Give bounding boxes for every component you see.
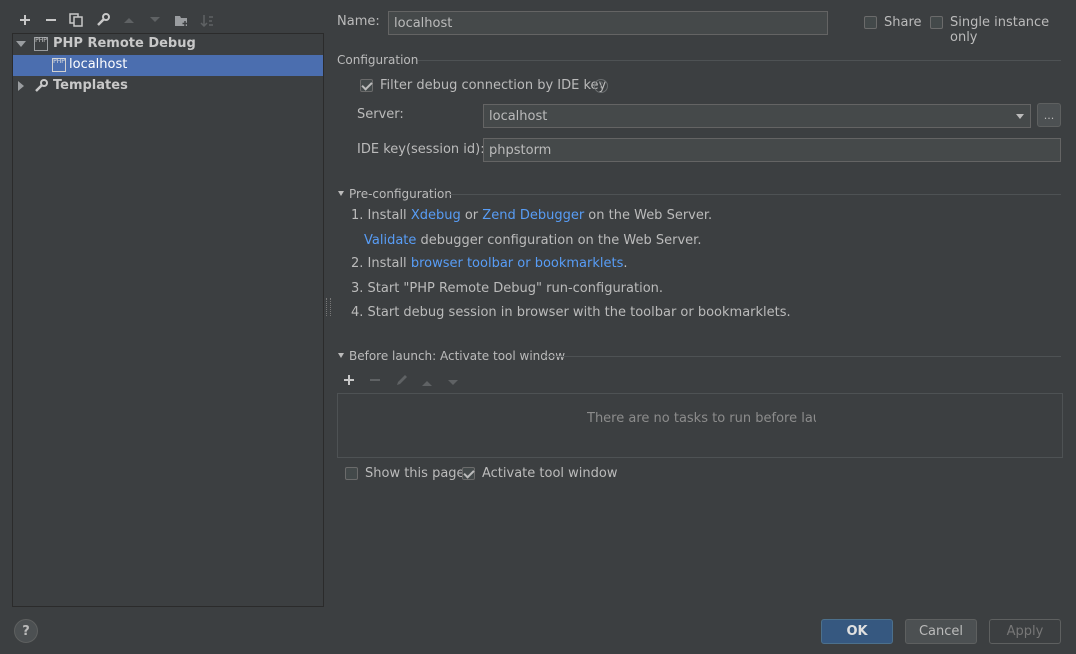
tree-group-php-remote-debug[interactable]: PHP PHP Remote Debug <box>13 34 323 55</box>
tree-item-label: localhost <box>69 57 128 72</box>
show-this-page-checkbox[interactable] <box>345 467 358 480</box>
zend-debugger-link[interactable]: Zend Debugger <box>482 208 584 223</box>
server-select-value: localhost <box>489 108 548 124</box>
preconfig-step-2: 2. Install browser toolbar or bookmarkle… <box>351 256 628 271</box>
xdebug-link[interactable]: Xdebug <box>411 208 461 223</box>
remove-button[interactable] <box>41 10 61 30</box>
move-down-button[interactable] <box>145 10 165 30</box>
before-launch-remove-button[interactable] <box>369 374 383 388</box>
collapse-arrow-icon[interactable] <box>338 191 344 196</box>
before-launch-up-button[interactable] <box>421 376 435 386</box>
configuration-separator <box>418 60 1061 61</box>
php-debug-icon: PHP <box>34 37 48 51</box>
server-label: Server: <box>357 107 404 122</box>
activate-tool-window-checkbox[interactable] <box>462 467 475 480</box>
preconfig-title: Pre-configuration <box>349 187 453 201</box>
plus-icon <box>20 15 30 25</box>
show-this-page-label: Show this page <box>365 466 465 481</box>
single-instance-checkbox[interactable] <box>930 16 943 29</box>
apply-button[interactable]: Apply <box>989 619 1061 644</box>
tree-group-templates[interactable]: Templates <box>13 76 323 97</box>
preconfig-step-4: 4. Start debug session in browser with t… <box>351 305 791 320</box>
arrow-up-icon <box>124 18 134 23</box>
arrow-down-icon <box>150 17 160 22</box>
single-instance-label: Single instance only <box>950 15 1050 45</box>
wrench-icon <box>97 13 110 26</box>
plus-icon <box>344 375 354 385</box>
arrow-up-icon <box>422 381 432 386</box>
browser-toolbar-link[interactable]: browser toolbar or bookmarklets <box>411 256 624 271</box>
filter-ide-key-label: Filter debug connection by IDE key <box>380 78 607 93</box>
sort-button[interactable] <box>197 10 217 30</box>
preconfig-step-1: 1. Install Xdebug or Zend Debugger on th… <box>351 208 713 223</box>
copy-icon <box>69 13 83 27</box>
wrench-icon <box>35 79 48 92</box>
preconfig-step-3: 3. Start "PHP Remote Debug" run-configur… <box>351 281 664 296</box>
minus-icon <box>46 19 56 21</box>
preconfig-separator <box>450 194 1061 195</box>
share-label: Share <box>884 15 922 30</box>
help-button[interactable]: ? <box>14 619 38 643</box>
pencil-icon <box>397 375 407 385</box>
before-launch-title: Before launch: Activate tool window <box>349 349 566 363</box>
before-launch-edit-button[interactable] <box>395 373 409 387</box>
tree-item-localhost[interactable]: PHP localhost <box>13 55 323 76</box>
share-checkbox[interactable] <box>864 16 877 29</box>
ide-key-input[interactable]: phpstorm <box>483 138 1061 162</box>
name-label: Name: <box>337 14 380 29</box>
configuration-title: Configuration <box>337 53 419 67</box>
expand-arrow-icon[interactable] <box>16 41 26 47</box>
new-folder-icon <box>174 15 187 26</box>
configuration-tree[interactable]: PHP PHP Remote Debug PHP localhost Templ… <box>12 33 324 607</box>
name-input[interactable]: localhost <box>388 11 828 35</box>
sort-icon <box>200 14 213 27</box>
before-launch-down-button[interactable] <box>447 376 461 386</box>
tree-templates-label: Templates <box>53 78 128 93</box>
copy-button[interactable] <box>66 10 86 30</box>
move-up-button[interactable] <box>119 10 139 30</box>
collapse-arrow-icon[interactable] <box>338 353 344 358</box>
arrow-down-icon <box>448 380 458 385</box>
activate-tool-window-label: Activate tool window <box>482 466 618 481</box>
before-launch-task-list[interactable]: There are no tasks to run before launch <box>337 393 1063 458</box>
expand-arrow-icon[interactable] <box>18 81 24 91</box>
ok-button[interactable]: OK <box>821 619 893 644</box>
before-launch-add-button[interactable] <box>343 374 357 388</box>
php-debug-icon: PHP <box>52 58 66 72</box>
filter-ide-key-checkbox[interactable] <box>360 79 373 92</box>
help-hint-icon[interactable]: ? <box>594 79 608 93</box>
tree-group-label: PHP Remote Debug <box>53 36 196 51</box>
validate-link[interactable]: Validate <box>364 233 416 248</box>
ide-key-label: IDE key(session id): <box>357 142 485 157</box>
edit-defaults-button[interactable] <box>93 10 113 30</box>
server-select[interactable]: localhost <box>483 104 1031 128</box>
cancel-button[interactable]: Cancel <box>905 619 977 644</box>
new-folder-button[interactable] <box>171 10 191 30</box>
help-icon: ? <box>22 623 30 639</box>
splitter-handle[interactable] <box>326 298 331 316</box>
before-launch-separator <box>546 356 1061 357</box>
chevron-down-icon <box>1016 114 1024 119</box>
browse-servers-button[interactable]: ... <box>1037 103 1061 127</box>
preconfig-validate: Validate debugger configuration on the W… <box>364 233 702 248</box>
add-button[interactable] <box>15 10 35 30</box>
empty-task-text: There are no tasks to run before launch <box>587 411 816 426</box>
minus-icon <box>370 379 380 381</box>
